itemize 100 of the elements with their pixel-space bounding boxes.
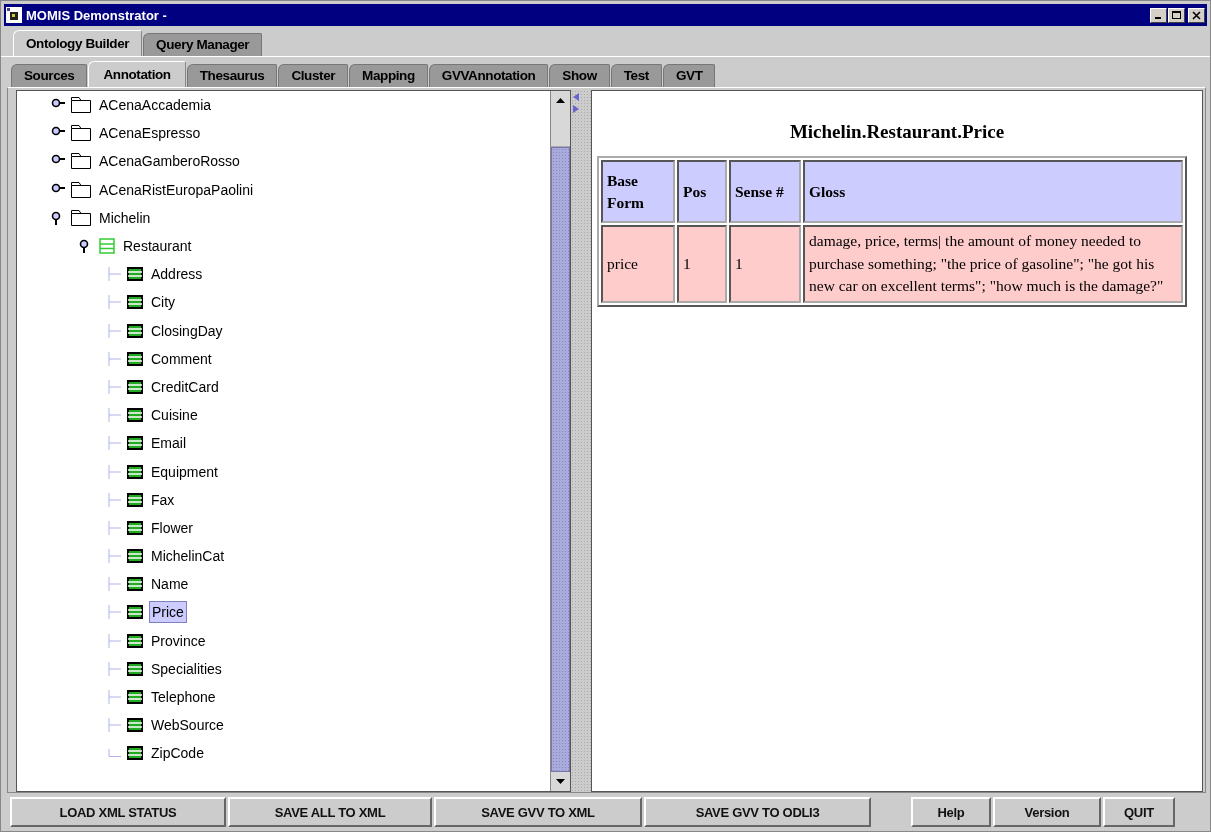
folder-icon bbox=[71, 209, 91, 226]
tab[interactable]: Test bbox=[610, 64, 662, 87]
tree-line-icon bbox=[107, 464, 121, 479]
app-icon bbox=[6, 7, 22, 23]
tree-line-icon bbox=[107, 408, 121, 423]
tree-item[interactable]: WebSource bbox=[149, 715, 226, 736]
tree-line-icon bbox=[107, 492, 121, 507]
field-icon bbox=[127, 492, 143, 507]
scroll-up-icon[interactable] bbox=[551, 91, 570, 110]
close-icon bbox=[1191, 10, 1202, 20]
tree-item[interactable]: Comment bbox=[149, 348, 214, 369]
scroll-down-icon[interactable] bbox=[551, 772, 570, 791]
tree-item[interactable]: Michelin bbox=[97, 207, 153, 228]
tree-line-icon bbox=[107, 577, 121, 592]
folder-icon bbox=[71, 97, 91, 114]
tree-line-icon bbox=[107, 690, 121, 705]
tab[interactable]: GVVAnnotation bbox=[428, 64, 549, 87]
field-icon bbox=[127, 351, 143, 366]
tab[interactable]: GVT bbox=[662, 64, 716, 87]
close-button[interactable] bbox=[1188, 7, 1205, 23]
action-button[interactable]: SAVE ALL TO XML bbox=[228, 797, 432, 827]
field-icon bbox=[127, 718, 143, 733]
tab[interactable]: Sources bbox=[11, 64, 88, 87]
field-icon bbox=[127, 408, 143, 423]
tree-line-icon bbox=[107, 351, 121, 366]
field-icon bbox=[127, 295, 143, 310]
tree-item[interactable]: ACenaEspresso bbox=[97, 123, 203, 144]
tree-item[interactable]: Address bbox=[149, 264, 205, 285]
tree-line-icon bbox=[107, 605, 121, 620]
tree-item[interactable]: CreditCard bbox=[149, 376, 221, 397]
tree-line-icon bbox=[107, 436, 121, 451]
scroll-thumb[interactable] bbox=[551, 147, 570, 772]
tree-item[interactable]: Flower bbox=[149, 517, 195, 538]
tree-item[interactable]: MichelinCat bbox=[149, 546, 227, 567]
action-button[interactable]: QUIT bbox=[1103, 797, 1175, 827]
tab[interactable]: Query Manager bbox=[143, 33, 263, 56]
field-icon bbox=[127, 633, 143, 648]
field-icon bbox=[127, 746, 143, 761]
field-icon bbox=[127, 661, 143, 676]
tree-item[interactable]: Name bbox=[149, 574, 191, 595]
tab[interactable]: Ontology Builder bbox=[13, 30, 143, 56]
tab[interactable]: Thesaurus bbox=[186, 64, 278, 87]
tab[interactable]: Mapping bbox=[349, 64, 428, 87]
tree-item[interactable]: ZipCode bbox=[149, 743, 206, 764]
tree-item[interactable]: Restaurant bbox=[121, 236, 194, 257]
table-cell: damage, price, terms| the amount of money needed to purchase something; "the price of gasoline"; "he got his new car on excellent terms"; "how much is the damage?" bbox=[803, 225, 1183, 303]
minimize-button[interactable] bbox=[1150, 7, 1167, 23]
tree-line-icon bbox=[107, 295, 121, 310]
folder-icon bbox=[71, 181, 91, 198]
tree-line-icon bbox=[107, 267, 121, 282]
tab[interactable]: Annotation bbox=[88, 61, 186, 87]
tree-line-icon bbox=[107, 323, 121, 338]
field-icon bbox=[127, 379, 143, 394]
action-button[interactable]: SAVE GVV TO XML bbox=[434, 797, 642, 827]
field-icon bbox=[127, 549, 143, 564]
field-icon bbox=[127, 436, 143, 451]
action-button[interactable]: Version bbox=[993, 797, 1101, 827]
field-icon bbox=[127, 267, 143, 282]
tree-line-icon bbox=[107, 379, 121, 394]
tree-item[interactable]: Telephone bbox=[149, 687, 218, 708]
action-button[interactable]: Help bbox=[911, 797, 991, 827]
field-icon bbox=[127, 605, 143, 620]
tree-item[interactable]: Cuisine bbox=[149, 405, 200, 426]
tree-item[interactable]: Price bbox=[149, 601, 187, 624]
column-header: Sense # bbox=[729, 160, 801, 224]
field-icon bbox=[127, 323, 143, 338]
field-icon bbox=[127, 520, 143, 535]
tree-item[interactable]: Equipment bbox=[149, 461, 220, 482]
folder-icon bbox=[71, 153, 91, 170]
tree-line-icon bbox=[107, 549, 121, 564]
scrollbar[interactable] bbox=[550, 91, 570, 791]
tree-line-icon bbox=[107, 633, 121, 648]
tree-item[interactable]: ACenaAccademia bbox=[97, 95, 214, 116]
tree-item[interactable]: Province bbox=[149, 630, 208, 651]
tree-item[interactable]: ACenaRistEuropaPaolini bbox=[97, 179, 256, 200]
detail-title: Michelin.Restaurant.Price bbox=[788, 121, 1006, 143]
tree-item[interactable]: ClosingDay bbox=[149, 320, 225, 341]
tree-item[interactable]: ACenaGamberoRosso bbox=[97, 151, 242, 172]
tab[interactable]: Show bbox=[549, 64, 610, 87]
column-header: Base Form bbox=[601, 160, 675, 224]
maximize-icon bbox=[1171, 10, 1182, 20]
field-icon bbox=[127, 690, 143, 705]
table-icon bbox=[99, 238, 115, 255]
field-icon bbox=[127, 464, 143, 479]
tree-item[interactable]: City bbox=[149, 292, 178, 313]
tab[interactable]: Cluster bbox=[278, 64, 349, 87]
tree-line-icon bbox=[107, 661, 121, 676]
field-icon bbox=[127, 577, 143, 592]
tree-line-icon bbox=[107, 520, 121, 535]
column-header: Gloss bbox=[803, 160, 1183, 224]
table-cell: 1 bbox=[729, 225, 801, 303]
maximize-button[interactable] bbox=[1168, 7, 1185, 23]
table-cell: price bbox=[601, 225, 675, 303]
tree-item[interactable]: Email bbox=[149, 433, 188, 454]
window-title: MOMIS Demonstrator - bbox=[26, 7, 167, 23]
tree-item[interactable]: Fax bbox=[149, 489, 177, 510]
action-button[interactable]: LOAD XML STATUS bbox=[10, 797, 226, 827]
folder-icon bbox=[71, 125, 91, 142]
action-button[interactable]: SAVE GVV TO ODLI3 bbox=[644, 797, 871, 827]
tree-item[interactable]: Specialities bbox=[149, 658, 224, 679]
